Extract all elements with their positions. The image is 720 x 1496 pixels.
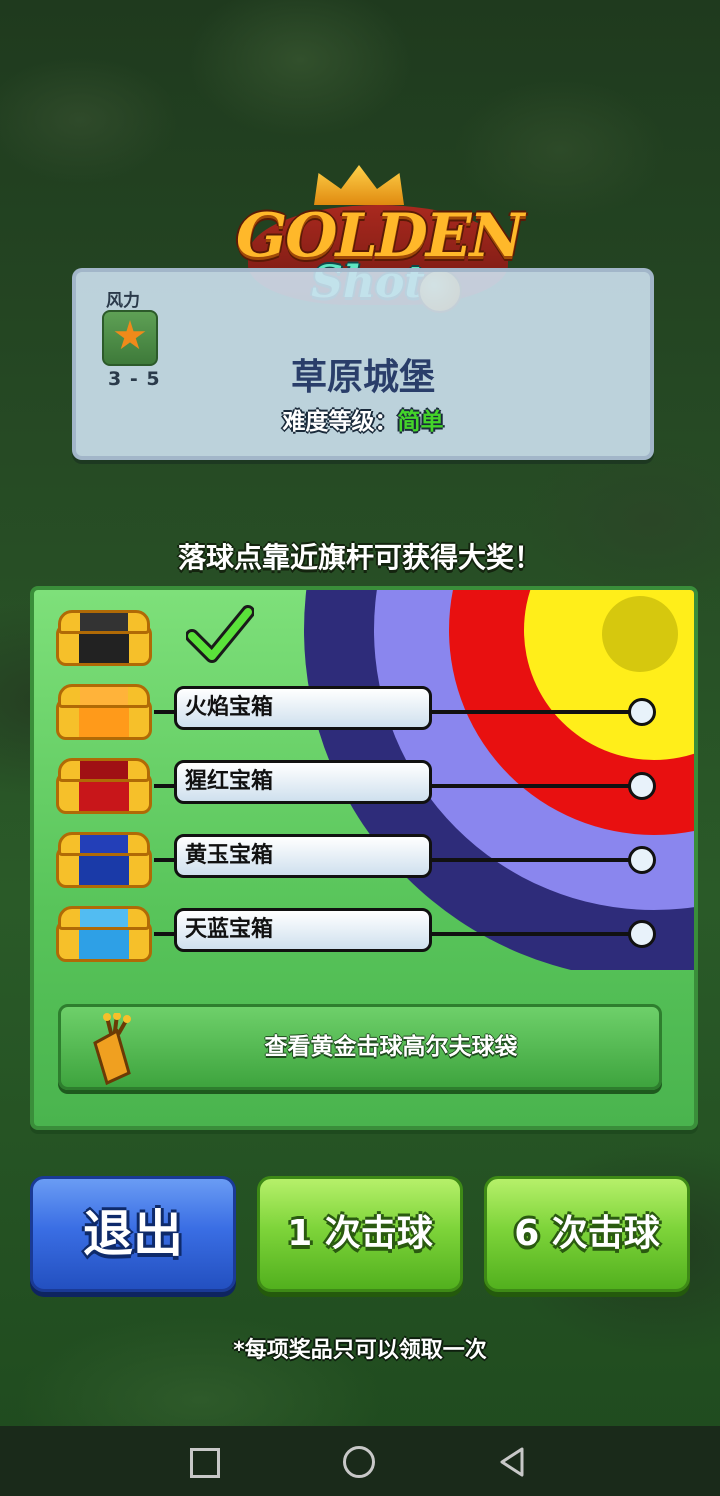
- topaz-chest-icon: [56, 832, 152, 888]
- reward-row-0-chest: [56, 610, 152, 666]
- back-icon[interactable]: [496, 1446, 528, 1478]
- footnote: *每项奖品只可以领取一次: [233, 1338, 487, 1363]
- chest-lid: [58, 832, 150, 856]
- difficulty-label: 难度等级：: [282, 409, 398, 435]
- reward-label-topaz: 黄玉宝箱: [174, 834, 432, 878]
- checkmark-icon: [186, 605, 254, 663]
- six-shots-button[interactable]: 6 次击球: [484, 1176, 690, 1292]
- sky-blue-chest-icon: [56, 906, 152, 962]
- prize-headline: 落球点靠近旗杆可获得大奖！: [177, 541, 542, 574]
- golf-bag-icon: [93, 1013, 131, 1086]
- course-info-card: 风力 3 - 5 草原城堡 难度等级：简单: [72, 268, 654, 460]
- system-nav-bar: [0, 1426, 720, 1496]
- chest-lid: [58, 758, 150, 782]
- reward-label-sky-blue: 天蓝宝箱: [174, 908, 432, 952]
- reward-row-2-dot: [628, 772, 656, 800]
- chest-lid: [58, 610, 150, 634]
- difficulty-line: 难度等级：简单: [76, 402, 650, 436]
- reward-row-3-dot: [628, 846, 656, 874]
- view-golf-bag-button[interactable]: 查看黄金击球高尔夫球袋: [58, 1004, 662, 1090]
- wind-label: 风力: [106, 291, 140, 311]
- one-shot-button[interactable]: 1 次击球: [257, 1176, 463, 1292]
- reward-row-4-dot: [628, 920, 656, 948]
- fire-chest-icon: [56, 684, 152, 740]
- flag-hole: [602, 596, 678, 672]
- view-golf-bag-label: 查看黄金击球高尔夫球袋: [264, 1034, 518, 1060]
- chest-lid: [58, 906, 150, 930]
- scarlet-chest-icon: [56, 758, 152, 814]
- reward-label-scarlet: 猩红宝箱: [174, 760, 432, 804]
- crown-icon: [314, 165, 404, 205]
- home-icon[interactable]: [343, 1446, 375, 1478]
- course-name: 草原城堡: [290, 357, 435, 398]
- recent-apps-icon[interactable]: [190, 1448, 220, 1478]
- difficulty-value: 简单: [397, 409, 444, 435]
- reward-label-fire: 火焰宝箱: [174, 686, 432, 730]
- prize-panel: 火焰宝箱 猩红宝箱 黄玉宝箱 天蓝宝箱 查看黄金击球高尔夫球袋: [30, 586, 698, 1130]
- reward-row-1-dot: [628, 698, 656, 726]
- chest-lid: [58, 684, 150, 708]
- exit-button[interactable]: 退出: [30, 1176, 236, 1292]
